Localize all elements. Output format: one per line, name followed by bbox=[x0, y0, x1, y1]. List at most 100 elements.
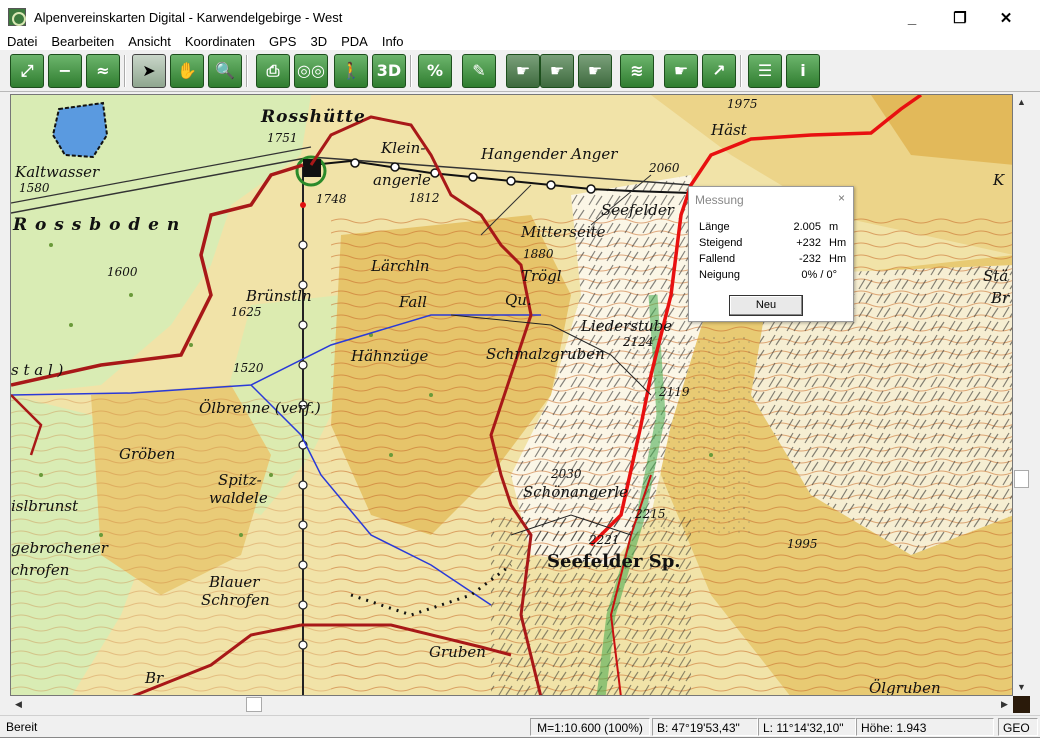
minimize-button[interactable]: _ bbox=[890, 8, 934, 30]
measure-slope-button[interactable]: % bbox=[418, 54, 452, 88]
horizontal-scrollbar[interactable]: ◀ ▶ bbox=[10, 696, 1013, 713]
menu-info[interactable]: Info bbox=[375, 34, 411, 50]
scroll-right-icon[interactable]: ▶ bbox=[996, 696, 1013, 713]
binoculars-button[interactable]: ◎◎ bbox=[294, 54, 328, 88]
menu-pda[interactable]: PDA bbox=[334, 34, 375, 50]
map-label: Gröben bbox=[119, 445, 176, 463]
close-button[interactable]: ✕ bbox=[984, 8, 1028, 30]
info-icon: i bbox=[800, 61, 806, 80]
overview-button[interactable]: ≈ bbox=[86, 54, 120, 88]
maximize-button[interactable]: ❐ bbox=[938, 8, 982, 30]
route-tool-3-button[interactable]: ☛ bbox=[578, 54, 612, 88]
map-label: Gruben bbox=[429, 643, 486, 661]
menu-3d[interactable]: 3D bbox=[303, 34, 334, 50]
vertical-scroll-thumb[interactable] bbox=[1014, 470, 1029, 488]
menu-bearbeiten[interactable]: Bearbeiten bbox=[44, 34, 121, 50]
zoom-out-button[interactable]: − bbox=[48, 54, 82, 88]
measurement-unit: m bbox=[829, 221, 839, 233]
map-label: 2215 bbox=[635, 507, 666, 521]
navigate-icon: ↗ bbox=[712, 61, 726, 80]
toolbar-separator bbox=[410, 55, 412, 87]
map-label: 1975 bbox=[727, 97, 758, 111]
zoom-in-button[interactable]: 🔍 bbox=[208, 54, 242, 88]
route-hand-icon: ☛ bbox=[549, 61, 565, 80]
topographic-map[interactable]: Rosshütte 1751 Klein-angerle 1812 Hangender … bbox=[10, 94, 1013, 696]
map-label: islbrunst bbox=[11, 497, 79, 515]
map-label: Liederstube bbox=[581, 317, 673, 335]
status-scale: M=1:10.600 (100%) bbox=[530, 718, 650, 736]
measurement-label: Fallend bbox=[699, 253, 736, 265]
map-label: chrofen bbox=[11, 561, 70, 579]
app-icon[interactable] bbox=[8, 8, 26, 26]
measurement-unit: Hm bbox=[829, 253, 847, 265]
menu-ansicht[interactable]: Ansicht bbox=[121, 34, 178, 50]
route-tool-2-button[interactable]: ☛ bbox=[540, 54, 574, 88]
zoom-fit-button[interactable]: ⤢ bbox=[10, 54, 44, 88]
map-label: Blauer bbox=[209, 573, 260, 591]
measurement-dialog[interactable]: Messung × Länge 2.005 m Steigend +232 Hm… bbox=[688, 186, 854, 322]
navigate-button[interactable]: ↗ bbox=[702, 54, 736, 88]
printer-icon: ⎙ bbox=[266, 61, 280, 80]
scroll-up-icon[interactable]: ▲ bbox=[1013, 94, 1030, 111]
status-coordinate-system[interactable]: GEO bbox=[998, 718, 1038, 736]
map-label: 2124 bbox=[623, 335, 654, 349]
title-bar[interactable]: Alpenvereinskarten Digital - Karwendelge… bbox=[0, 0, 1040, 34]
map-label: R o s s b o d e n bbox=[13, 215, 181, 235]
horizontal-scroll-thumb[interactable] bbox=[246, 697, 262, 712]
map-label: 2060 bbox=[649, 161, 680, 175]
new-measurement-button[interactable]: Neu bbox=[729, 295, 803, 316]
menu-gps[interactable]: GPS bbox=[262, 34, 303, 50]
track-button[interactable]: ≋ bbox=[620, 54, 654, 88]
measurement-label: Neigung bbox=[699, 269, 740, 281]
map-label: Hähnzüge bbox=[351, 347, 429, 365]
menu-koordinaten[interactable]: Koordinaten bbox=[178, 34, 262, 50]
map-label: Schmalzgruben bbox=[486, 345, 605, 363]
route-hand-icon: ☛ bbox=[587, 61, 603, 80]
vertical-scrollbar[interactable]: ▲ ▼ bbox=[1013, 94, 1030, 696]
map-label: Stä bbox=[983, 267, 1009, 285]
toolbar-separator bbox=[246, 55, 248, 87]
map-label: waldele bbox=[209, 489, 268, 507]
status-altitude: Höhe: 1.943 bbox=[856, 718, 994, 736]
status-ready: Bereit bbox=[6, 720, 38, 734]
measurement-row-descent: Fallend -232 Hm bbox=[699, 253, 849, 269]
map-label: 1751 bbox=[267, 131, 298, 145]
3d-icon: 3D bbox=[376, 61, 402, 80]
measurement-value: +232 bbox=[796, 237, 821, 249]
map-label: Trögl bbox=[521, 267, 562, 285]
map-label: Fall bbox=[399, 293, 427, 311]
track-icon: ≋ bbox=[630, 61, 644, 80]
print-button[interactable]: ⎙ bbox=[256, 54, 290, 88]
magnifier-icon: 🔍 bbox=[215, 61, 235, 80]
map-label: Ölgruben bbox=[869, 679, 941, 696]
toolbar-separator bbox=[124, 55, 126, 87]
scroll-down-icon[interactable]: ▼ bbox=[1013, 679, 1030, 696]
map-label: 1625 bbox=[231, 305, 262, 319]
map-label: 1995 bbox=[787, 537, 818, 551]
route-tool-1-button[interactable]: ☛ bbox=[506, 54, 540, 88]
info-button[interactable]: i bbox=[786, 54, 820, 88]
scroll-left-icon[interactable]: ◀ bbox=[10, 696, 27, 713]
status-latitude: B: 47°19'53,43" bbox=[652, 718, 758, 736]
view-3d-button[interactable]: 3D bbox=[372, 54, 406, 88]
pan-hand-button[interactable]: ✋ bbox=[170, 54, 204, 88]
measurement-value: -232 bbox=[798, 253, 821, 265]
map-label: 1520 bbox=[233, 361, 264, 375]
waypoint-button[interactable]: ☛ bbox=[664, 54, 698, 88]
measurement-row-slope: Neigung 0% / 0° bbox=[699, 269, 849, 285]
menu-datei[interactable]: Datei bbox=[0, 34, 44, 50]
map-label: K bbox=[993, 171, 1005, 189]
measurement-dialog-title: Messung bbox=[695, 193, 744, 207]
list-button[interactable]: ☰ bbox=[748, 54, 782, 88]
map-label: 1748 bbox=[316, 192, 347, 206]
measurement-close-icon[interactable]: × bbox=[838, 191, 845, 205]
hiker-button[interactable]: 🚶 bbox=[334, 54, 368, 88]
map-label: 1812 bbox=[409, 191, 440, 205]
measurement-value: 2.005 bbox=[793, 221, 821, 233]
pointer-button[interactable]: ➤ bbox=[132, 54, 166, 88]
hiker-icon: 🚶 bbox=[341, 61, 361, 80]
draw-route-button[interactable]: ✎ bbox=[462, 54, 496, 88]
status-bar: Bereit M=1:10.600 (100%) B: 47°19'53,43"… bbox=[0, 715, 1040, 737]
taskbar-strip bbox=[0, 737, 1040, 744]
measurement-label: Steigend bbox=[699, 237, 743, 249]
